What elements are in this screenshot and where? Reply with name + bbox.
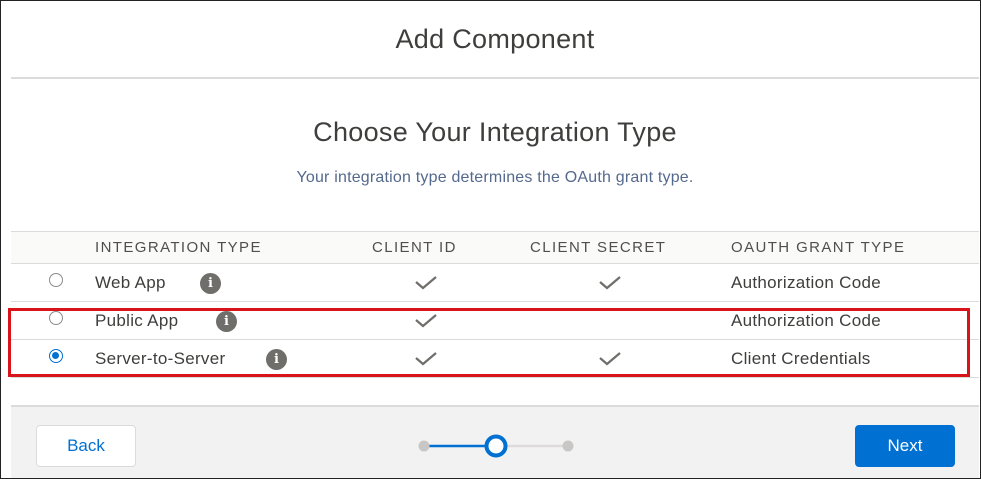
grant-type-value: Authorization Code bbox=[731, 273, 881, 292]
table-row-web-app[interactable]: Web App i Authorization Code bbox=[11, 264, 979, 302]
table-row-public-app[interactable]: Public App i Authorization Code bbox=[11, 302, 979, 340]
integration-name: Public App bbox=[95, 311, 179, 330]
integration-type-table: INTEGRATION TYPE CLIENT ID CLIENT SECRET… bbox=[11, 231, 979, 378]
radio-server-to-server[interactable] bbox=[49, 349, 63, 363]
modal-footer: Back Next bbox=[11, 405, 979, 478]
column-header-client-secret: CLIENT SECRET bbox=[530, 239, 667, 256]
progress-step-2-current[interactable] bbox=[484, 434, 508, 458]
table-header: INTEGRATION TYPE CLIENT ID CLIENT SECRET… bbox=[11, 231, 979, 264]
info-icon[interactable]: i bbox=[266, 349, 287, 370]
next-button[interactable]: Next bbox=[855, 425, 955, 467]
radio-public-app[interactable] bbox=[49, 311, 63, 325]
integration-name: Server-to-Server bbox=[95, 349, 226, 368]
check-icon bbox=[599, 276, 621, 290]
column-header-oauth-grant-type: OAUTH GRANT TYPE bbox=[731, 239, 906, 256]
radio-web-app[interactable] bbox=[49, 273, 63, 287]
table-row-server-to-server[interactable]: Server-to-Server i Client Credentials bbox=[11, 340, 979, 378]
integration-name: Web App bbox=[95, 273, 166, 292]
progress-indicator bbox=[418, 434, 574, 458]
progress-step-3[interactable] bbox=[562, 440, 574, 452]
check-icon bbox=[415, 352, 437, 366]
back-button[interactable]: Back bbox=[36, 425, 136, 467]
grant-type-value: Authorization Code bbox=[731, 311, 881, 330]
info-icon[interactable]: i bbox=[216, 311, 237, 332]
check-icon bbox=[599, 352, 621, 366]
column-header-integration-type: INTEGRATION TYPE bbox=[95, 239, 262, 256]
modal-header: Add Component bbox=[11, 1, 979, 79]
screenshot-frame: Add Component Choose Your Integration Ty… bbox=[0, 0, 981, 479]
add-component-modal: Add Component Choose Your Integration Ty… bbox=[8, 1, 979, 478]
column-header-client-id: CLIENT ID bbox=[372, 239, 457, 256]
modal-title: Add Component bbox=[395, 23, 595, 54]
info-icon[interactable]: i bbox=[200, 273, 221, 294]
progress-step-1[interactable] bbox=[418, 440, 430, 452]
check-icon bbox=[415, 276, 437, 290]
step-subheading: Your integration type determines the OAu… bbox=[296, 169, 694, 186]
grant-type-value: Client Credentials bbox=[731, 349, 871, 368]
step-heading: Choose Your Integration Type bbox=[313, 117, 677, 147]
check-icon bbox=[415, 314, 437, 328]
